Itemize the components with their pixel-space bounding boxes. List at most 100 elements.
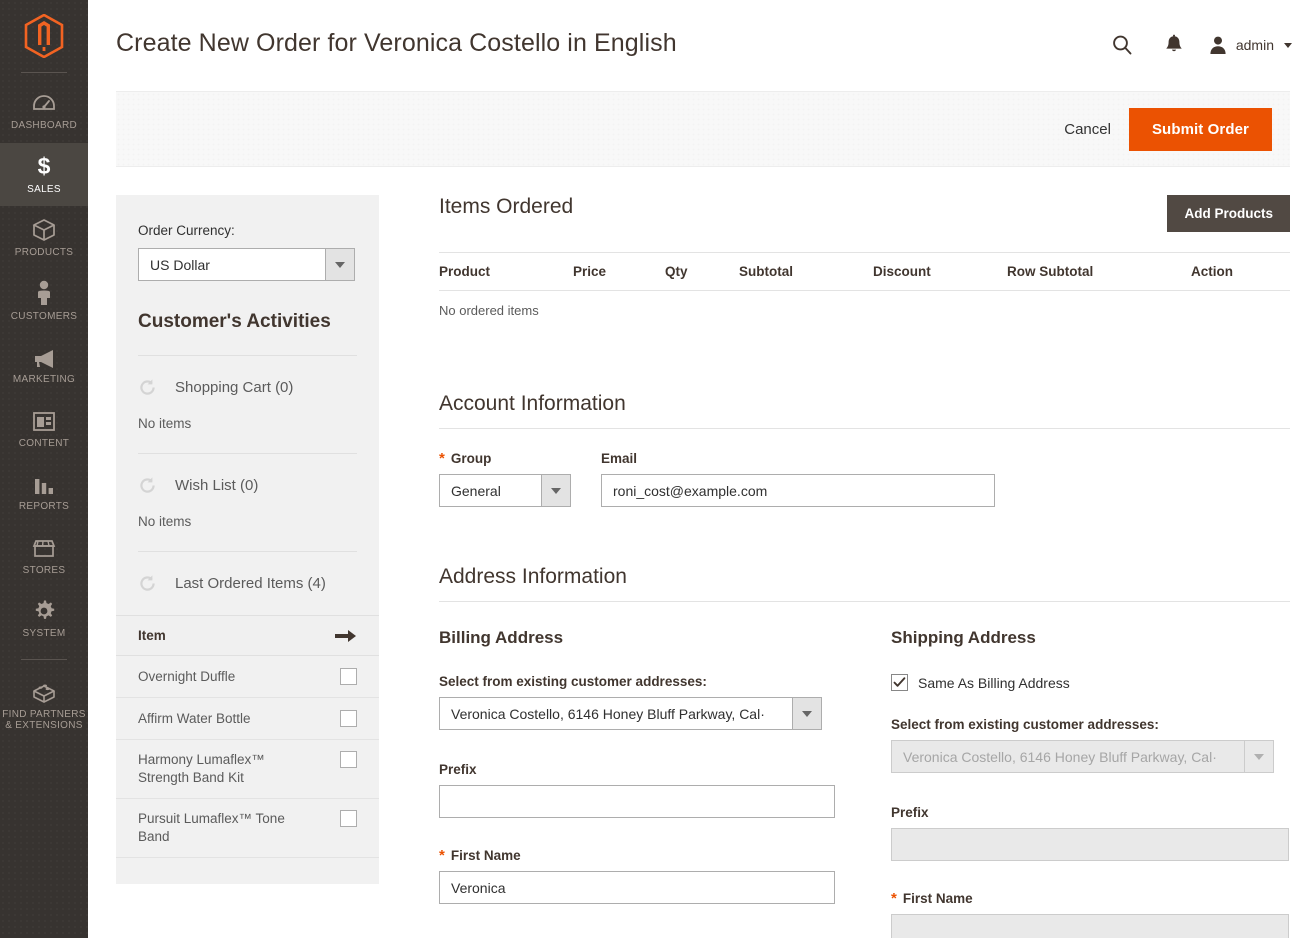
submit-order-button[interactable]: Submit Order <box>1128 107 1272 151</box>
search-icon <box>1113 35 1132 55</box>
column-subtotal: Subtotal <box>739 252 873 291</box>
sidebar-item-stores[interactable]: STORES <box>0 524 88 588</box>
sidebar-item-sales[interactable]: $ SALES <box>0 142 88 206</box>
list-item[interactable]: Pursuit Lumaflex™ Tone Band <box>116 799 379 858</box>
activity-title: Last Ordered Items (4) <box>175 575 326 592</box>
admin-menu[interactable]: admin <box>1208 35 1292 55</box>
sidebar-item-label: CUSTOMERS <box>10 310 78 322</box>
billing-address-heading: Billing Address <box>439 628 564 647</box>
list-item[interactable]: Overnight Duffle <box>116 656 379 698</box>
sidebar-item-reports[interactable]: REPORTS <box>0 460 88 524</box>
order-currency-select[interactable]: US Dollar <box>138 248 355 281</box>
wish-list-note: No items <box>138 514 192 529</box>
add-products-button[interactable]: Add Products <box>1167 195 1290 232</box>
order-currency-label: Order Currency: <box>138 223 235 238</box>
notifications-button[interactable] <box>1148 27 1200 63</box>
required-asterisk: * <box>439 846 445 864</box>
sidebar-item-find-partners[interactable]: FIND PARTNERS & EXTENSIONS <box>0 668 88 743</box>
billing-first-name-label-text: First Name <box>450 848 521 863</box>
billing-first-name-input[interactable]: Veronica <box>439 871 835 904</box>
address-information-title: Address Information <box>439 565 1290 602</box>
table-empty-row: No ordered items <box>439 291 1290 331</box>
shipping-prefix-label: Prefix <box>891 805 929 820</box>
primary-sidebar: DASHBOARD $ SALES PRODUCTS CUSTOMERS MAR… <box>0 0 88 938</box>
divider <box>138 453 357 454</box>
header-actions: admin <box>1096 27 1292 63</box>
billing-prefix-input[interactable] <box>439 785 835 818</box>
items-ordered-header: Items Ordered Add Products <box>439 195 1290 232</box>
shipping-first-name-input[interactable] <box>891 914 1289 938</box>
sidebar-item-products[interactable]: PRODUCTS <box>0 206 88 270</box>
sidebar-item-label: CONTENT <box>18 437 70 449</box>
refresh-icon <box>140 575 155 591</box>
sidebar-item-label: MARKETING <box>12 374 76 385</box>
group-label-text: Group <box>450 451 492 466</box>
shopping-cart-note: No items <box>138 416 192 431</box>
bell-icon <box>1166 34 1182 52</box>
item-column-header: Item <box>138 628 166 643</box>
billing-prefix-label: Prefix <box>439 762 477 777</box>
activity-wish-list[interactable]: Wish List (0) <box>138 476 357 495</box>
admin-name-label: admin <box>1235 37 1274 53</box>
order-currency-value: US Dollar <box>138 248 325 281</box>
no-items-message: No ordered items <box>439 303 539 318</box>
account-information-title: Account Information <box>439 392 1290 429</box>
magento-logo[interactable] <box>0 0 88 72</box>
list-item[interactable]: Affirm Water Bottle <box>116 698 379 740</box>
billing-address-value: Veronica Costello, 6146 Honey Bluff Park… <box>439 697 792 730</box>
arrow-right-icon[interactable] <box>335 629 357 643</box>
group-field: * Group General <box>439 451 571 507</box>
required-asterisk: * <box>439 449 445 467</box>
megaphone-icon <box>31 343 57 369</box>
column-discount: Discount <box>873 252 1007 291</box>
same-as-billing-label: Same As Billing Address <box>918 674 1070 691</box>
list-item-checkbox[interactable] <box>340 810 357 827</box>
shipping-select-label: Select from existing customer addresses: <box>891 717 1159 732</box>
storefront-icon <box>31 534 57 560</box>
panel-spacer <box>116 858 379 884</box>
sidebar-item-dashboard[interactable]: DASHBOARD <box>0 79 88 143</box>
items-ordered-table: Product Price Qty Subtotal Discount Row … <box>439 252 1290 330</box>
billing-address-column: Billing Address Select from existing cus… <box>439 628 835 938</box>
sidebar-item-marketing[interactable]: MARKETING <box>0 333 88 397</box>
activity-shopping-cart[interactable]: Shopping Cart (0) <box>138 378 357 397</box>
same-as-billing-row[interactable]: Same As Billing Address <box>891 674 1289 691</box>
sidebar-item-content[interactable]: CONTENT <box>0 397 88 461</box>
sidebar-item-label: PRODUCTS <box>14 247 74 258</box>
list-item-checkbox[interactable] <box>340 668 357 685</box>
group-select[interactable]: General <box>439 474 571 507</box>
billing-first-name-label: * First Name <box>439 846 835 864</box>
group-value: General <box>439 474 541 507</box>
same-as-billing-checkbox[interactable] <box>891 674 908 691</box>
svg-text:$: $ <box>38 153 51 179</box>
sidebar-item-label: STORES <box>22 564 66 576</box>
email-label: Email <box>601 451 638 466</box>
list-item[interactable]: Harmony Lumaflex™ Strength Band Kit <box>116 740 379 799</box>
items-ordered-title: Items Ordered <box>439 195 574 218</box>
shipping-prefix-input[interactable] <box>891 828 1289 861</box>
shipping-address-select[interactable]: Veronica Costello, 6146 Honey Bluff Park… <box>891 740 1274 773</box>
list-item-checkbox[interactable] <box>340 710 357 727</box>
bar-chart-icon <box>32 470 56 496</box>
cancel-button[interactable]: Cancel <box>1046 113 1129 146</box>
required-asterisk: * <box>891 889 897 907</box>
gear-icon <box>32 597 56 623</box>
shipping-first-name-label-text: First Name <box>902 891 973 906</box>
list-item-checkbox[interactable] <box>340 751 357 768</box>
activity-title: Shopping Cart (0) <box>175 379 294 396</box>
group-label: * Group <box>439 449 571 467</box>
page-action-toolbar: Cancel Submit Order <box>116 91 1290 167</box>
activity-last-ordered-items[interactable]: Last Ordered Items (4) <box>138 574 357 593</box>
sidebar-item-customers[interactable]: CUSTOMERS <box>0 270 88 334</box>
last-ordered-items-header: Item <box>116 615 379 656</box>
sidebar-item-system[interactable]: SYSTEM <box>0 587 88 651</box>
list-item-label: Pursuit Lumaflex™ Tone Band <box>138 811 285 844</box>
billing-address-select[interactable]: Veronica Costello, 6146 Honey Bluff Park… <box>439 697 822 730</box>
divider <box>138 355 357 356</box>
shipping-address-heading: Shipping Address <box>891 628 1036 647</box>
box-icon <box>31 216 57 242</box>
check-icon <box>893 677 906 687</box>
search-button[interactable] <box>1096 27 1148 63</box>
email-input[interactable]: roni_cost@example.com <box>601 474 995 507</box>
billing-select-label: Select from existing customer addresses: <box>439 674 707 689</box>
